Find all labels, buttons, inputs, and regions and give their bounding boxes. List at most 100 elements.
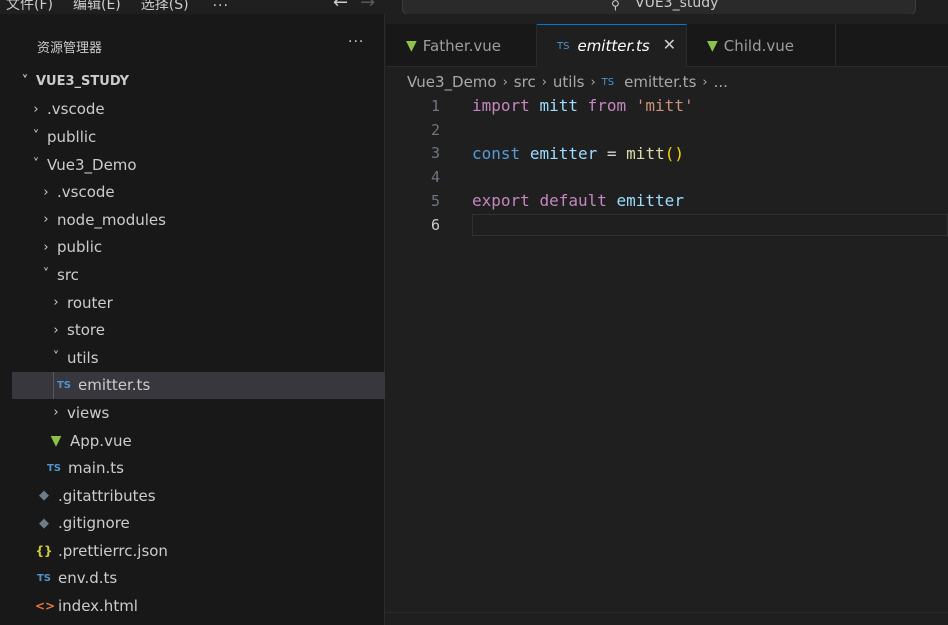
line-number: 5 (430, 191, 440, 210)
tree-item-label: Vue3_Demo (47, 155, 137, 174)
tree-item-label: utils (67, 348, 99, 367)
tab-label: Child.vue (723, 36, 794, 55)
tree-item-emitter-ts[interactable]: TS emitter.ts (12, 371, 385, 400)
code-line-current[interactable]: 6 (386, 213, 948, 237)
chevron-right-icon: › (702, 74, 708, 90)
tree-item-node-modules[interactable]: › node_modules (12, 206, 385, 234)
chevron-right-icon: › (43, 212, 49, 228)
chevron-right-icon: › (541, 74, 547, 90)
current-line-highlight (472, 213, 948, 236)
chevron-right-icon: › (53, 405, 59, 421)
vue-file-icon: ▼ (50, 432, 62, 449)
tree-item-vscode[interactable]: › .vscode (12, 178, 385, 206)
command-center-search[interactable]: ⚲ VUE3_study (402, 0, 916, 14)
breadcrumb: Vue3_Demo › src › utils › TS emitter.ts … (407, 73, 728, 91)
tab-emitter-ts[interactable]: TS emitter.ts ✕ (537, 24, 687, 67)
tree-item-label: router (67, 293, 113, 312)
breadcrumb-item[interactable]: utils (553, 73, 585, 91)
chevron-right-icon: › (43, 184, 49, 200)
menu-more[interactable]: ... (213, 0, 229, 14)
git-file-icon: ◆ (39, 488, 49, 504)
tree-root[interactable]: ˅ VUE3_STUDY (12, 68, 385, 96)
chevron-down-icon: ˅ (32, 129, 40, 145)
code-line[interactable]: 2 (386, 118, 948, 142)
chevron-right-icon: › (53, 295, 59, 311)
line-number: 2 (430, 120, 440, 139)
explorer-header: 资源管理器 ··· (12, 14, 385, 56)
close-icon[interactable]: ✕ (663, 35, 676, 54)
tree-item-label: .vscode (47, 100, 105, 119)
tree-item-public[interactable]: › public (12, 234, 385, 262)
code-line[interactable]: 3 const emitter = mitt() (386, 142, 948, 166)
tree-item-label: App.vue (70, 431, 132, 450)
tree-item-vue3-demo[interactable]: ˅ Vue3_Demo (12, 151, 385, 179)
panel-border (386, 612, 948, 625)
search-text: VUE3_study (635, 0, 719, 11)
tree-item-label: env.d.ts (58, 569, 118, 588)
tree-item-utils[interactable]: ˅ utils (12, 344, 385, 372)
line-number: 1 (430, 96, 440, 115)
activity-bar (0, 14, 12, 625)
file-tree: ˅ VUE3_STUDY › .vscode ˅ publlic ˅ Vue3_… (12, 68, 385, 620)
tree-item-store[interactable]: › store (12, 316, 385, 344)
code-line[interactable]: 1 import mitt from 'mitt' (386, 94, 948, 118)
typescript-file-icon: TS (46, 462, 62, 474)
search-icon: ⚲ (611, 0, 620, 12)
menu-bar: 文件(F) 编辑(E) 选择(S) ... (6, 0, 229, 14)
tab-label: emitter.ts (577, 37, 650, 55)
code-text: const emitter = mitt() (472, 143, 684, 163)
typescript-file-icon: TS (36, 572, 52, 584)
tree-item-views[interactable]: › views (12, 399, 385, 427)
tree-item-publlic[interactable]: ˅ publlic (12, 123, 385, 151)
tree-item-label: .gitattributes (58, 486, 156, 505)
tree-item-gitattributes[interactable]: ◆ .gitattributes (12, 482, 385, 510)
explorer-sidebar: 资源管理器 ··· ˅ VUE3_STUDY › .vscode ˅ publl… (12, 14, 385, 625)
tab-father-vue[interactable]: ▼ Father.vue (386, 24, 537, 67)
tree-item-label: publlic (47, 127, 97, 146)
tree-root-label: VUE3_STUDY (36, 74, 130, 90)
code-text: export default emitter (472, 191, 684, 211)
chevron-right-icon: › (43, 239, 49, 255)
chevron-down-icon: ˅ (32, 157, 40, 173)
line-number: 6 (430, 215, 440, 234)
breadcrumb-item[interactable]: emitter.ts (624, 73, 696, 91)
back-arrow-icon[interactable]: ← (333, 0, 348, 13)
tree-item-label: store (67, 321, 105, 340)
typescript-file-icon: TS (557, 40, 570, 52)
breadcrumb-item[interactable]: ... (714, 73, 728, 91)
indent-guide (53, 371, 54, 400)
tree-item-label: .vscode (57, 183, 115, 202)
code-line[interactable]: 5 export default emitter (386, 189, 948, 213)
menu-file[interactable]: 文件(F) (6, 0, 53, 14)
typescript-file-icon: TS (601, 76, 615, 88)
tree-item-prettierrc[interactable]: {} .prettierrc.json (12, 537, 385, 565)
vue-file-icon: ▼ (406, 37, 417, 54)
forward-arrow-icon[interactable]: → (360, 0, 375, 13)
tab-child-vue[interactable]: ▼ Child.vue (687, 24, 836, 67)
chevron-down-icon: ˅ (52, 350, 60, 366)
breadcrumb-item[interactable]: Vue3_Demo (407, 73, 497, 91)
chevron-down-icon: ˅ (42, 267, 50, 283)
tree-item-label: src (57, 265, 79, 284)
html-file-icon: <> (35, 599, 56, 614)
code-line[interactable]: 4 (386, 165, 948, 189)
chevron-right-icon: › (590, 74, 596, 90)
tree-item-src[interactable]: ˅ src (12, 261, 385, 289)
tree-item-vscode-root[interactable]: › .vscode (12, 96, 385, 124)
tree-item-env-d-ts[interactable]: TS env.d.ts (12, 565, 385, 593)
git-file-icon: ◆ (39, 515, 49, 531)
tree-item-gitignore[interactable]: ◆ .gitignore (12, 510, 385, 538)
tree-item-app-vue[interactable]: ▼ App.vue (12, 427, 385, 455)
editor-tabs: ▼ Father.vue TS emitter.ts ✕ ▼ Child.vue (386, 24, 948, 67)
explorer-more-icon[interactable]: ··· (348, 34, 364, 50)
menu-edit[interactable]: 编辑(E) (73, 0, 121, 14)
tree-item-index-html[interactable]: <> index.html (12, 592, 385, 620)
breadcrumb-item[interactable]: src (514, 73, 536, 91)
tree-item-router[interactable]: › router (12, 289, 385, 317)
tree-item-label: emitter.ts (78, 376, 151, 395)
menu-selection[interactable]: 选择(S) (141, 0, 189, 14)
tab-label: Father.vue (422, 36, 502, 55)
tree-item-main-ts[interactable]: TS main.ts (12, 454, 385, 482)
code-editor[interactable]: 1 import mitt from 'mitt' 2 3 const emit… (386, 94, 948, 237)
tree-item-label: views (67, 403, 110, 422)
